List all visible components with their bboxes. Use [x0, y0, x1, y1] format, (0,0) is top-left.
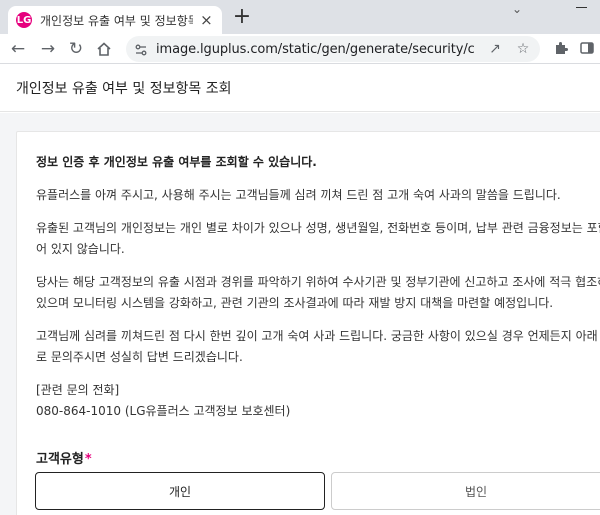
customer-type-label-text: 고객유형 [36, 452, 84, 467]
notice-apology: 유플러스를 아껴 주시고, 사용해 주시는 고객님들께 심려 끼쳐 드린 점 고… [36, 188, 561, 202]
notice-card: 정보 인증 후 개인정보 유출 여부를 조회할 수 있습니다. 유플러스를 아껴… [16, 131, 600, 515]
required-mark: * [84, 452, 92, 467]
minimize-window-icon[interactable] [568, 1, 594, 8]
new-tab-button[interactable]: + [232, 5, 252, 29]
extensions-puzzle-icon[interactable] [552, 40, 570, 58]
lguplus-favicon-icon: LG [16, 12, 32, 28]
notice-leak-detail-line: 유출된 고객님의 개인정보는 개인 별로 차이가 있으나 성명, 생년월일, 전… [36, 221, 600, 235]
reload-icon[interactable]: ↻ [64, 37, 88, 61]
address-bar[interactable]: image.lguplus.com/static/gen/generate/se… [126, 36, 540, 62]
contact-number: 080-864-1010 (LG유플러스 고객정보 보호센터) [36, 404, 291, 418]
customer-type-corporate-button[interactable]: 법인 [331, 472, 600, 510]
bookmark-star-icon[interactable]: ☆ [514, 40, 532, 58]
notice-intro: 정보 인증 후 개인정보 유출 여부를 조회할 수 있습니다. [36, 155, 317, 169]
notice-measures: 당사는 해당 고객정보의 유출 시점과 경위를 파악하기 위하여 수사기관 및 … [36, 272, 600, 314]
share-icon[interactable]: ↗ [486, 40, 504, 58]
notice-closing: 고객님께 심려를 끼쳐드린 점 다시 한번 깊이 고개 숙여 사과 드립니다. … [36, 326, 600, 368]
close-tab-icon[interactable]: × [199, 11, 214, 29]
browser-tab-strip: LG 개인정보 유출 여부 및 정보항목 × + ⌄ [0, 0, 600, 34]
tab-search-chevron-icon[interactable]: ⌄ [512, 2, 522, 16]
browser-toolbar: ← → ↻ image.lguplus.com/static/gen/gener… [0, 34, 600, 64]
side-panel-icon[interactable] [578, 40, 596, 58]
tab-title: 개인정보 유출 여부 및 정보항목 [40, 13, 193, 28]
contact-info: [관련 문의 전화] 080-864-1010 (LG유플러스 고객정보 보호센… [36, 380, 600, 422]
notice-leak-detail-line: 어 있지 않습니다. [36, 242, 125, 256]
notice-closing-line: 고객님께 심려를 끼쳐드린 점 다시 한번 깊이 고개 숙여 사과 드립니다. … [36, 329, 600, 343]
home-icon[interactable] [92, 37, 116, 61]
page-header: 개인정보 유출 여부 및 정보항목 조회 [0, 64, 600, 112]
customer-type-individual-button[interactable]: 개인 [35, 472, 325, 510]
notice-body: 정보 인증 후 개인정보 유출 여부를 조회할 수 있습니다. 유플러스를 아껴… [36, 152, 600, 434]
back-arrow-icon[interactable]: ← [6, 37, 30, 61]
browser-tab[interactable]: LG 개인정보 유출 여부 및 정보항목 × [8, 6, 222, 34]
forward-arrow-icon[interactable]: → [36, 37, 60, 61]
site-info-icon[interactable] [134, 42, 148, 56]
notice-closing-line: 로 문의주시면 성실히 답변 드리겠습니다. [36, 350, 243, 364]
notice-measures-line: 당사는 해당 고객정보의 유출 시점과 경위를 파악하기 위하여 수사기관 및 … [36, 275, 600, 289]
url-text: image.lguplus.com/static/gen/generate/se… [156, 41, 474, 57]
customer-type-label: 고객유형* [36, 448, 92, 467]
contact-label: [관련 문의 전화] [36, 383, 120, 397]
notice-measures-line: 있으며 모니터링 시스템을 강화하고, 관련 기관의 조사결과에 따라 재발 방… [36, 296, 554, 310]
page-title: 개인정보 유출 여부 및 정보항목 조회 [16, 81, 232, 97]
notice-leak-detail: 유출된 고객님의 개인정보는 개인 별로 차이가 있으나 성명, 생년월일, 전… [36, 218, 600, 260]
